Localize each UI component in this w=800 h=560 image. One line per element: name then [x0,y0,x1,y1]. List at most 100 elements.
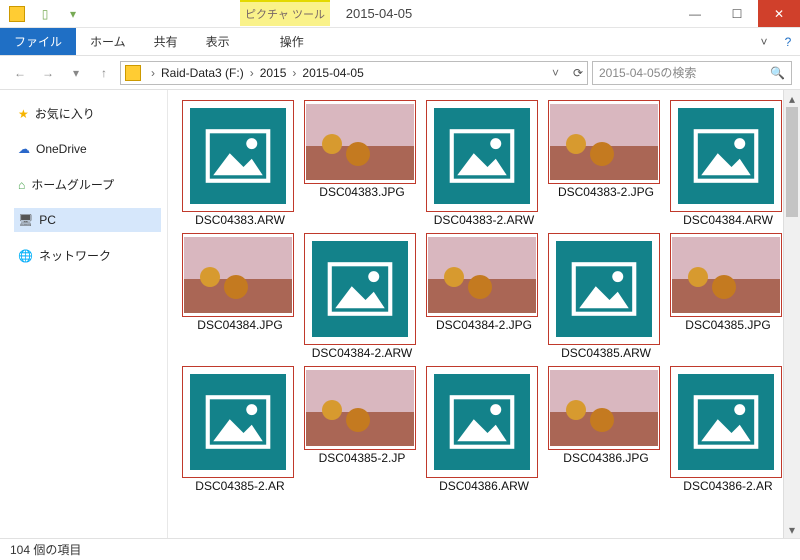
scroll-down-button[interactable]: ▾ [784,521,800,538]
item-count: 104 個の項目 [10,541,81,558]
photo-thumbnail [548,366,660,450]
sidebar-item-network[interactable]: 🌐 ネットワーク [14,242,161,269]
image-placeholder-icon [182,100,294,212]
file-item[interactable]: DSC04386-2.AR [670,366,786,493]
search-input[interactable]: 2015-04-05の検索 🔍 [592,61,792,85]
crumb-1[interactable]: 2015 [260,66,287,80]
drive-icon [125,65,141,81]
star-icon: ★ [18,107,29,121]
photo-thumbnail [426,233,538,317]
crumb-2[interactable]: 2015-04-05 [302,66,363,80]
qat-overflow[interactable]: ▾ [62,3,84,25]
sidebar-item-label: お気に入り [35,105,95,122]
file-name: DSC04384.JPG [182,319,298,332]
file-tab[interactable]: ファイル [0,28,76,55]
forward-button[interactable]: → [36,61,60,85]
file-name: DSC04383.ARW [182,214,298,227]
file-item[interactable]: DSC04385-2.JP [304,366,420,493]
file-name: DSC04384-2.ARW [304,347,420,360]
crumb-root[interactable]: Raid-Data3 (F:) [161,66,244,80]
scroll-thumb[interactable] [786,107,798,217]
ribbon-tabs: ファイル ホーム 共有 表示 操作 ˅ ? [0,28,800,56]
file-name: DSC04385.JPG [670,319,786,332]
sidebar-item-label: PC [39,213,56,227]
search-icon: 🔍 [770,66,785,80]
chevron-right-icon[interactable]: › [288,66,300,80]
file-pane: DSC04383.ARW DSC04383.JPG DSC04383-2.ARW DS… [168,90,800,538]
tab-home[interactable]: ホーム [76,28,140,55]
ribbon-collapse-button[interactable]: ˅ [752,28,776,55]
scroll-up-button[interactable]: ▴ [784,90,800,107]
refresh-button[interactable]: ⟳ [573,66,583,80]
back-button[interactable]: ← [8,61,32,85]
breadcrumb-overflow[interactable]: ˅ [548,66,563,80]
image-placeholder-icon [548,233,660,345]
file-name: DSC04386.JPG [548,452,664,465]
window-title: 2015-04-05 [84,0,674,27]
file-name: DSC04385-2.JP [304,452,420,465]
vertical-scrollbar[interactable]: ▴ ▾ [783,90,800,538]
file-name: DSC04385.ARW [548,347,664,360]
cloud-icon: ☁ [18,142,30,156]
photo-thumbnail [670,233,782,317]
status-bar: 104 個の項目 [0,538,800,560]
photo-thumbnail [182,233,294,317]
file-item[interactable]: DSC04385-2.AR [182,366,298,493]
file-item[interactable]: DSC04383-2.ARW [426,100,542,227]
breadcrumb[interactable]: › Raid-Data3 (F:) › 2015 › 2015-04-05 ˅ … [120,61,588,85]
file-item[interactable]: DSC04384-2.ARW [304,233,420,360]
file-name: DSC04383.JPG [304,186,420,199]
minimize-button[interactable]: — [674,0,716,27]
close-button[interactable]: ✕ [758,0,800,27]
sidebar-item-label: OneDrive [36,142,87,156]
sidebar-item-homegroup[interactable]: ⌂ ホームグループ [14,171,161,198]
file-name: DSC04385-2.AR [182,480,298,493]
help-button[interactable]: ? [776,28,800,55]
search-placeholder: 2015-04-05の検索 [599,64,696,81]
tab-share[interactable]: 共有 [140,28,192,55]
file-item[interactable]: DSC04384-2.JPG [426,233,542,360]
sidebar-item-onedrive[interactable]: ☁ OneDrive [14,137,161,161]
sidebar-item-pc[interactable]: 🖥 PC [14,208,161,232]
file-item[interactable]: DSC04384.ARW [670,100,786,227]
image-placeholder-icon [304,233,416,345]
network-icon: 🌐 [18,249,33,263]
file-item[interactable]: DSC04383.JPG [304,100,420,227]
qat-item[interactable]: ▯ [34,3,56,25]
sidebar-item-favorites[interactable]: ★ お気に入り [14,100,161,127]
image-placeholder-icon [670,366,782,478]
chevron-right-icon[interactable]: › [246,66,258,80]
file-name: DSC04386-2.AR [670,480,786,493]
file-name: DSC04384-2.JPG [426,319,542,332]
image-placeholder-icon [426,100,538,212]
photo-thumbnail [304,100,416,184]
recent-locations-button[interactable]: ▾ [64,61,88,85]
file-name: DSC04384.ARW [670,214,786,227]
title-bar: ▯ ▾ ピクチャ ツール 2015-04-05 — ☐ ✕ [0,0,800,28]
image-placeholder-icon [182,366,294,478]
contextual-tab-label: ピクチャ ツール [240,0,330,26]
file-item[interactable]: DSC04386.ARW [426,366,542,493]
navigation-pane: ★ お気に入り ☁ OneDrive ⌂ ホームグループ 🖥 PC 🌐 ネットワ… [0,90,168,538]
sidebar-item-label: ネットワーク [39,247,111,264]
photo-thumbnail [304,366,416,450]
photo-thumbnail [548,100,660,184]
sidebar-item-label: ホームグループ [31,176,114,193]
up-button[interactable]: ↑ [92,61,116,85]
tab-manage[interactable]: 操作 [266,28,318,55]
file-grid: DSC04383.ARW DSC04383.JPG DSC04383-2.ARW DS… [168,90,800,504]
chevron-right-icon[interactable]: › [147,66,159,80]
file-item[interactable]: DSC04385.JPG [670,233,786,360]
file-item[interactable]: DSC04383-2.JPG [548,100,664,227]
file-name: DSC04383-2.ARW [426,214,542,227]
image-placeholder-icon [670,100,782,212]
maximize-button[interactable]: ☐ [716,0,758,27]
folder-icon [6,3,28,25]
file-item[interactable]: DSC04383.ARW [182,100,298,227]
file-item[interactable]: DSC04384.JPG [182,233,298,360]
file-name: DSC04386.ARW [426,480,542,493]
file-item[interactable]: DSC04386.JPG [548,366,664,493]
tab-view[interactable]: 表示 [192,28,244,55]
homegroup-icon: ⌂ [18,178,25,192]
file-item[interactable]: DSC04385.ARW [548,233,664,360]
